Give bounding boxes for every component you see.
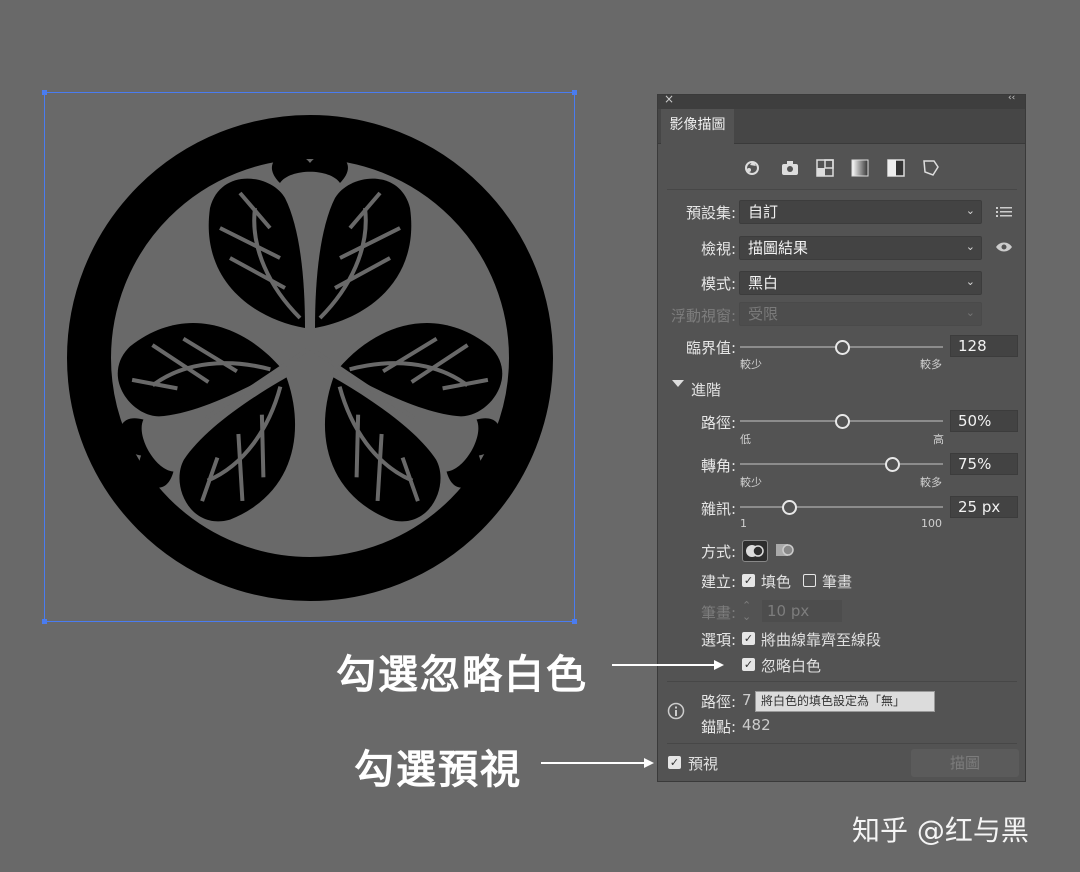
chevron-down-icon: ⌄ (965, 204, 975, 217)
auto-color-icon[interactable] (742, 158, 762, 178)
image-trace-panel: × ‹‹ 影像描圖 預設集: 自訂 ⌄ 檢視: 描圖結果 ⌄ 模式: 黑白 ⌄ 浮動視… (657, 92, 1026, 782)
snap-curves-checkbox[interactable]: ✓ (742, 632, 755, 645)
outline-icon[interactable] (921, 158, 941, 178)
high-color-icon[interactable] (780, 158, 800, 178)
noise-label: 雜訊: (700, 500, 736, 518)
preset-dropdown[interactable]: 自訂 ⌄ (739, 200, 982, 224)
noise-input[interactable]: 25 px (950, 496, 1018, 518)
panel-close-icon[interactable]: × (664, 92, 674, 106)
paths-min-label: 低 (740, 433, 751, 446)
threshold-slider-track[interactable] (740, 340, 943, 355)
ignore-white-label: 忽略白色 (761, 657, 822, 675)
threshold-slider-knob[interactable] (834, 340, 850, 355)
create-label: 建立: (700, 573, 736, 591)
watermark: 知乎 @红与黑 (852, 814, 1029, 847)
callout-preview: 勾選預視 (354, 747, 522, 793)
paths-slider-track[interactable] (740, 414, 943, 429)
grayscale-icon[interactable] (850, 158, 870, 178)
view-value: 描圖結果 (748, 239, 809, 257)
mode-label: 模式: (700, 275, 736, 293)
paths-max-label: 高 (933, 433, 944, 446)
divider (667, 189, 1017, 190)
corners-slider-knob[interactable] (885, 457, 901, 472)
corners-max-label: 較多 (920, 476, 942, 489)
disclosure-triangle-icon[interactable] (672, 380, 684, 387)
palette-label: 浮動視窗: (670, 307, 736, 325)
panel-title-strip: × ‹‹ (658, 92, 1025, 109)
fills-checkbox[interactable]: ✓ (742, 574, 755, 587)
fills-label: 填色 (761, 573, 792, 591)
palette-value: 受限 (748, 305, 779, 323)
callout-ignore-white: 勾選忽略白色 (336, 652, 588, 698)
chevron-down-icon: ⌄ (965, 240, 975, 253)
noise-min-label: 1 (740, 517, 747, 530)
paths-input[interactable]: 50% (950, 410, 1018, 432)
corners-input[interactable]: 75% (950, 453, 1018, 475)
preset-menu-icon[interactable] (996, 205, 1012, 219)
overlapping-icon (776, 544, 794, 556)
threshold-input[interactable]: 128 (950, 335, 1018, 357)
ignore-white-checkbox[interactable]: ✓ (742, 658, 755, 671)
arrow-right-icon (714, 660, 724, 670)
corners-label: 轉角: (700, 457, 736, 475)
options-label: 選項: (700, 631, 736, 649)
stroke-stepper-icon: ⌃ ⌄ (742, 599, 752, 623)
info-anchors-value: 482 (742, 716, 771, 734)
strokes-label: 筆畫 (822, 573, 853, 591)
noise-slider-track[interactable] (740, 500, 943, 515)
preset-value: 自訂 (748, 203, 779, 221)
method-label: 方式: (700, 543, 736, 561)
stroke-width-label: 筆畫: (700, 604, 736, 622)
corners-slider-track[interactable] (740, 457, 943, 472)
stroke-width-input: 10 px (762, 600, 842, 622)
strokes-checkbox[interactable] (803, 574, 816, 587)
info-paths-label: 路徑: (700, 693, 736, 711)
abutting-icon (746, 545, 764, 557)
threshold-min-label: 較少 (740, 358, 762, 371)
divider (667, 743, 1017, 744)
threshold-max-label: 較多 (920, 358, 942, 371)
method-overlapping-button[interactable] (773, 540, 799, 562)
view-dropdown[interactable]: 描圖結果 ⌄ (739, 236, 982, 260)
chevron-down-icon: ⌄ (965, 275, 975, 288)
traced-crest-artwork[interactable] (44, 92, 575, 622)
snap-curves-label: 將曲線靠齊至線段 (761, 631, 882, 649)
info-anchors-label: 錨點: (700, 718, 736, 736)
noise-slider-knob[interactable] (782, 500, 798, 515)
divider (667, 681, 1017, 682)
callout-arrow-line (541, 762, 646, 764)
paths-slider-knob[interactable] (834, 414, 850, 429)
panel-collapse-icon[interactable]: ‹‹ (1008, 93, 1015, 103)
palette-dropdown: 受限 ⌄ (739, 302, 982, 326)
preset-label: 預設集: (685, 204, 736, 222)
view-label: 檢視: (700, 240, 736, 258)
advanced-label[interactable]: 進階 (691, 379, 721, 400)
chevron-down-icon: ⌄ (965, 306, 975, 319)
arrow-right-icon (644, 758, 654, 768)
noise-max-label: 100 (921, 517, 942, 530)
callout-arrow-line (612, 664, 716, 666)
threshold-label: 臨界值: (685, 339, 736, 357)
preset-icon-row (742, 158, 942, 178)
preview-checkbox[interactable]: ✓ (668, 756, 681, 769)
info-paths-value: 7 (742, 691, 752, 709)
paths-label: 路徑: (700, 414, 736, 432)
tooltip: 將白色的填色設定為「無」 (755, 691, 935, 712)
mode-dropdown[interactable]: 黑白 ⌄ (739, 271, 982, 295)
eye-icon[interactable] (995, 241, 1013, 253)
mode-value: 黑白 (748, 274, 779, 292)
trace-button[interactable]: 描圖 (911, 749, 1019, 777)
method-abutting-button[interactable] (742, 540, 768, 562)
low-color-icon[interactable] (815, 158, 835, 178)
black-white-icon[interactable] (886, 158, 906, 178)
tab-image-trace[interactable]: 影像描圖 (661, 109, 734, 144)
corners-min-label: 較少 (740, 476, 762, 489)
preview-label: 預視 (688, 755, 719, 773)
